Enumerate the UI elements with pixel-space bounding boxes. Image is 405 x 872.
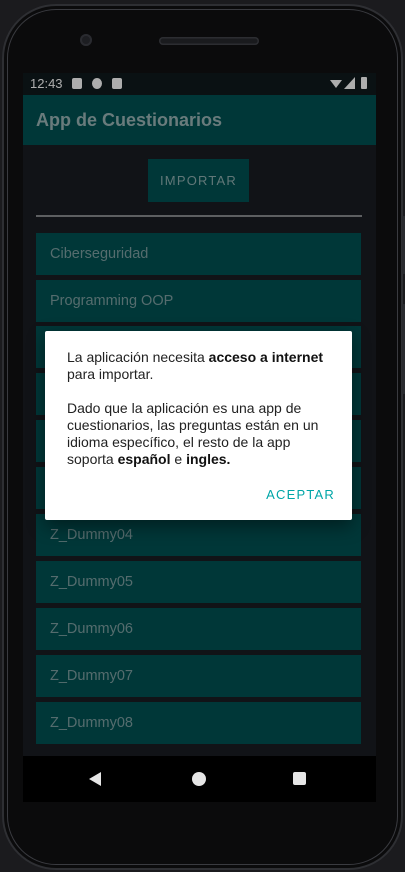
screen: 12:43 App de Cuestionarios IMPORTAR Cibe… — [23, 73, 376, 756]
navigation-bar — [23, 756, 376, 802]
dialog-bold-text: ingles. — [186, 451, 231, 467]
front-camera — [80, 34, 92, 46]
dialog-text: e — [170, 451, 187, 467]
dialog-message: La aplicación necesita acceso a internet… — [67, 349, 335, 485]
back-icon[interactable] — [89, 772, 101, 786]
accept-button[interactable]: ACEPTAR — [266, 487, 335, 502]
dialog-bold-text: acceso a internet — [208, 349, 324, 365]
home-icon[interactable] — [192, 772, 206, 786]
dialog-bold-text: español — [117, 451, 171, 467]
internet-access-dialog: La aplicación necesita acceso a internet… — [45, 331, 352, 520]
dialog-text: La aplicación necesita — [67, 349, 209, 365]
recents-icon[interactable] — [293, 772, 306, 785]
dialog-text: para importar. — [67, 366, 154, 382]
dialog-paragraph-1: La aplicación necesita acceso a internet… — [67, 349, 335, 383]
earpiece-speaker — [159, 37, 259, 45]
dialog-paragraph-2: Dado que la aplicación es una app de cue… — [67, 400, 335, 468]
